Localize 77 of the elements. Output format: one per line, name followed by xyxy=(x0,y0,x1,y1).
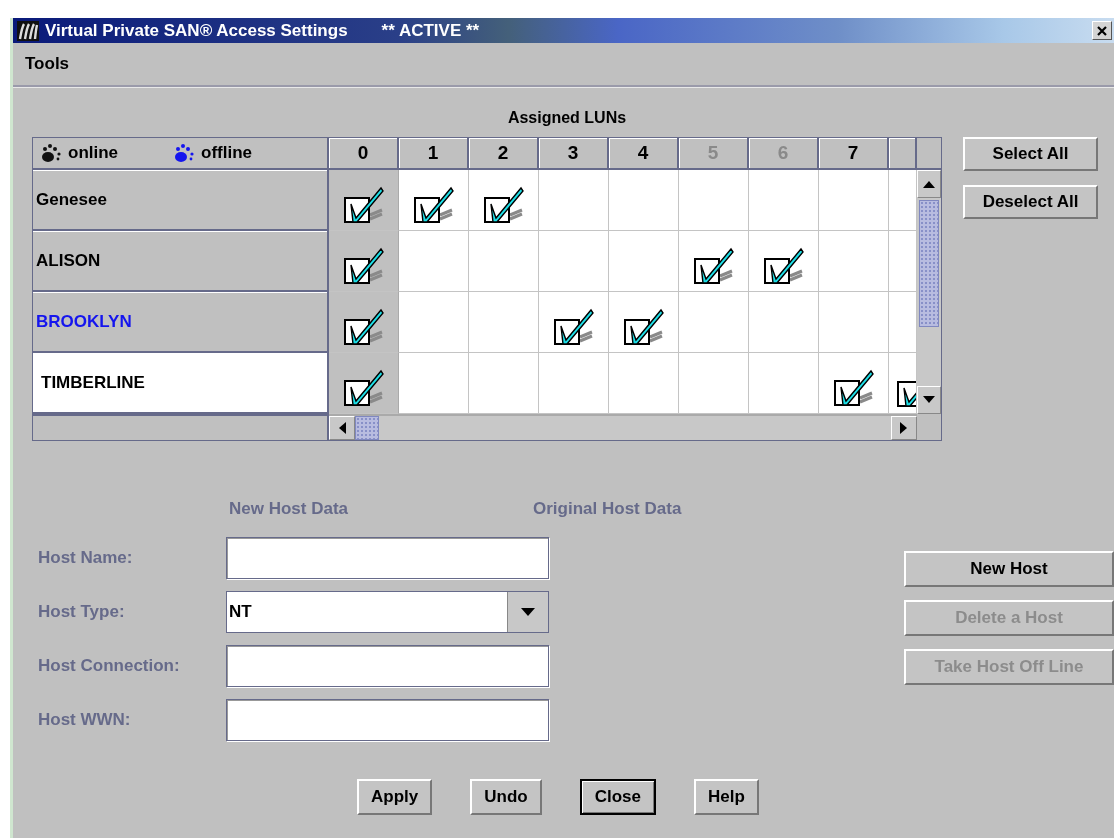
legend-label: offline xyxy=(201,143,253,163)
close-button[interactable] xyxy=(1092,21,1112,40)
window-title: Virtual Private SAN® Access Settings xyxy=(45,20,348,41)
dialog-button[interactable]: Close xyxy=(579,779,656,815)
down-arrow-icon xyxy=(923,396,935,404)
host-row-header[interactable]: ALISON xyxy=(33,231,329,292)
table-cell[interactable] xyxy=(679,170,749,231)
status-label: ** ACTIVE ** xyxy=(381,20,480,41)
table-cell[interactable] xyxy=(399,292,469,353)
grid-button[interactable]: Deselect All xyxy=(963,185,1098,219)
table-cell[interactable] xyxy=(609,292,679,353)
horizontal-scrollbar[interactable] xyxy=(329,414,917,440)
table-cell[interactable] xyxy=(539,353,609,414)
table-cell[interactable] xyxy=(329,292,399,353)
checkbox-checked-icon xyxy=(895,380,916,407)
table-cell[interactable] xyxy=(889,353,917,414)
text-field[interactable] xyxy=(226,645,549,687)
text-field[interactable] xyxy=(226,537,549,579)
table-cell[interactable] xyxy=(749,170,819,231)
host-type-dropdown[interactable]: NT xyxy=(226,591,549,633)
field-label: Host WWN: xyxy=(38,710,132,730)
caret-icon xyxy=(521,608,535,616)
table-cell[interactable] xyxy=(539,292,609,353)
section-heading: New Host Data xyxy=(229,499,349,520)
field-label: Host Name: xyxy=(38,548,134,568)
close-icon xyxy=(1096,24,1108,37)
table-cell[interactable] xyxy=(399,231,469,292)
table-cell[interactable] xyxy=(889,231,917,292)
table-cell[interactable] xyxy=(749,292,819,353)
field-label: Host Type: xyxy=(38,602,126,622)
vertical-scrollbar[interactable] xyxy=(917,170,941,414)
table-cell[interactable] xyxy=(539,170,609,231)
dialog-button[interactable]: Undo xyxy=(470,779,542,815)
up-arrow-icon xyxy=(923,180,935,188)
table-cell[interactable] xyxy=(469,231,539,292)
grid-button[interactable]: Select All xyxy=(963,137,1098,171)
table-cell[interactable] xyxy=(609,170,679,231)
right-arrow-icon xyxy=(900,422,908,434)
table-cell[interactable] xyxy=(329,353,399,414)
table-cell[interactable] xyxy=(469,170,539,231)
table-cell[interactable] xyxy=(749,353,819,414)
host-row-header[interactable]: TIMBERLINE xyxy=(33,353,329,414)
table-cell[interactable] xyxy=(819,353,889,414)
table-cell[interactable] xyxy=(469,292,539,353)
table-cell[interactable] xyxy=(609,353,679,414)
host-row-header[interactable]: Genesee xyxy=(33,170,329,231)
dialog-button[interactable]: Apply xyxy=(357,779,433,815)
table-cell[interactable] xyxy=(679,292,749,353)
table-cell[interactable] xyxy=(329,170,399,231)
paw-icon xyxy=(39,143,63,163)
table-cell[interactable] xyxy=(679,231,749,292)
menu-item[interactable]: Tools xyxy=(25,54,70,74)
table-cell[interactable] xyxy=(329,231,399,292)
table-cell[interactable] xyxy=(679,353,749,414)
scrollbar-thumb[interactable] xyxy=(919,200,939,327)
dialog-button[interactable]: Help xyxy=(693,779,759,815)
table-cell[interactable] xyxy=(609,231,679,292)
left-arrow-icon xyxy=(338,422,346,434)
host-row-header[interactable]: BROOKLYN xyxy=(33,292,329,353)
section-title: Assigned LUNs xyxy=(506,108,628,128)
host-action-button[interactable]: New Host xyxy=(904,551,1114,587)
table-cell[interactable] xyxy=(399,170,469,231)
table-cell[interactable] xyxy=(749,231,819,292)
scrollbar-thumb[interactable] xyxy=(355,416,379,440)
table-cell[interactable] xyxy=(469,353,539,414)
app-icon xyxy=(17,20,39,41)
table-cell[interactable] xyxy=(819,170,889,231)
table-cell[interactable] xyxy=(819,292,889,353)
section-heading: Original Host Data xyxy=(533,499,682,520)
table-cell[interactable] xyxy=(399,353,469,414)
table-cell[interactable] xyxy=(819,231,889,292)
table-cell[interactable] xyxy=(539,231,609,292)
legend-label: online xyxy=(68,143,119,163)
field-label: Host Connection: xyxy=(38,656,181,676)
table-cell[interactable] xyxy=(889,170,917,231)
text-field[interactable] xyxy=(226,699,549,741)
table-cell[interactable] xyxy=(889,292,917,353)
